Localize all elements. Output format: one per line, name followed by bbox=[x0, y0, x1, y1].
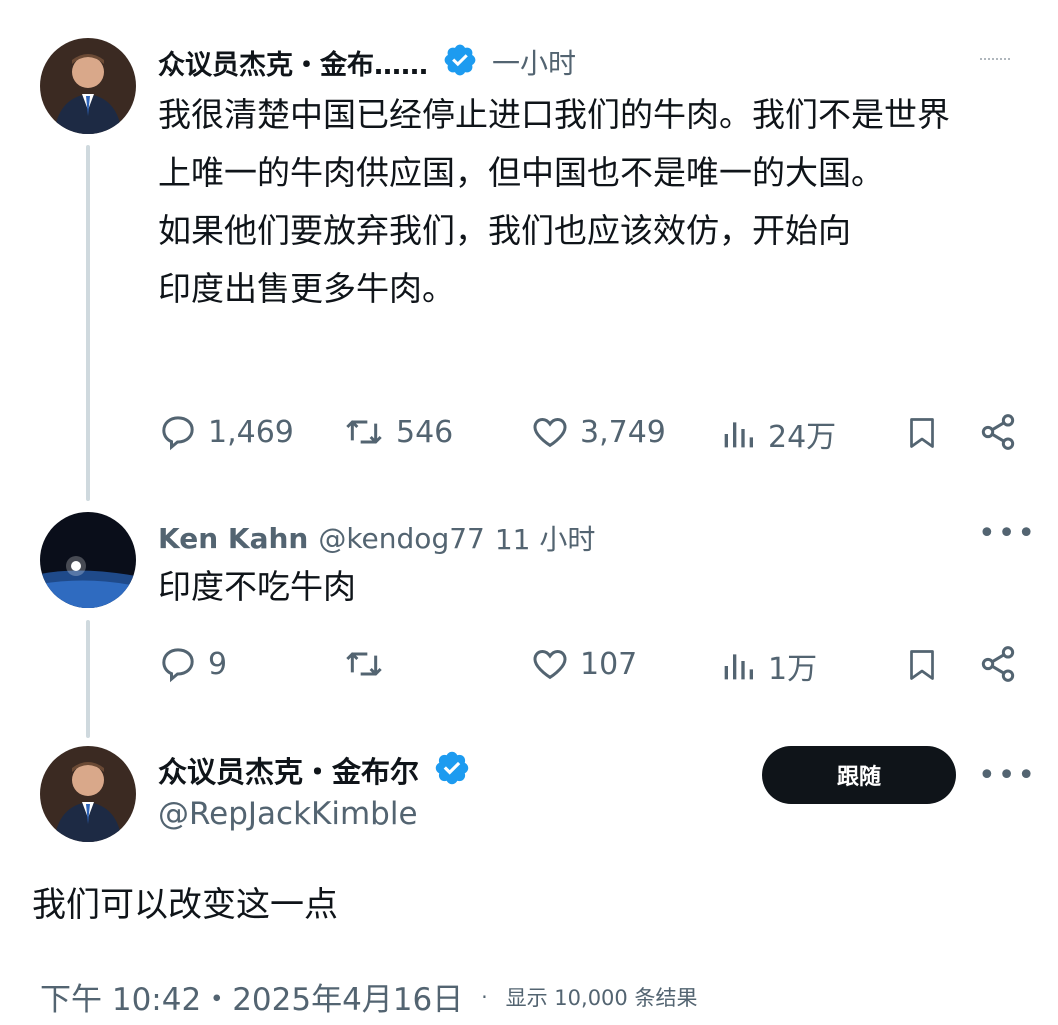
tweet2-timestamp[interactable]: 11 小时 bbox=[495, 518, 596, 558]
tweet1-text: 我很清楚中国已经停止进口我们的牛肉。我们不是世界 上唯一的牛肉供应国，但中国也不… bbox=[158, 86, 1038, 318]
avatar-rep-jack-kimble[interactable] bbox=[40, 746, 136, 842]
tweet1-timestamp[interactable]: 一小时 bbox=[492, 42, 576, 82]
follow-button[interactable]: 跟随 bbox=[762, 746, 956, 804]
tweet3-meta: 下午 10:42・2025年4月16日 · 显示 10,000 条结果 bbox=[40, 974, 697, 1019]
tweet3-author-name[interactable]: 众议员杰克・金布尔 bbox=[158, 749, 419, 791]
heart-icon bbox=[530, 412, 570, 452]
more-icon[interactable]: ••• bbox=[978, 758, 1037, 793]
tweet2-header: Ken Kahn @kendog77 11 小时 bbox=[158, 518, 595, 558]
views-button[interactable]: 1万 bbox=[718, 644, 817, 688]
repost-icon bbox=[342, 412, 386, 452]
tweet1-text-line: 如果他们要放弃我们，我们也应该效仿，开始向 bbox=[158, 211, 851, 250]
tweet1-text-line: 上唯一的牛肉供应国，但中国也不是唯一的大国。 bbox=[158, 153, 884, 192]
repost-icon bbox=[342, 644, 386, 684]
like-button[interactable]: 107 bbox=[530, 644, 637, 684]
tweet1-text-line: 我很清楚中国已经停止进口我们的牛肉。我们不是世界 bbox=[158, 95, 950, 134]
bookmark-button[interactable] bbox=[904, 644, 940, 686]
tweet3-handle[interactable]: @RepJackKimble bbox=[158, 796, 418, 832]
repost-button[interactable]: 546 bbox=[342, 412, 453, 452]
repost-count: 546 bbox=[396, 414, 454, 450]
like-count: 3,749 bbox=[580, 414, 666, 450]
share-button[interactable] bbox=[978, 412, 1018, 452]
more-icon[interactable] bbox=[980, 58, 1010, 64]
views-count: 24万 bbox=[768, 420, 837, 455]
view-results-link[interactable]: 显示 10,000 条结果 bbox=[506, 982, 698, 1012]
repost-button[interactable] bbox=[342, 644, 386, 684]
tweet3-header: 众议员杰克・金布尔 bbox=[158, 750, 471, 790]
tweet1-action-bar: 1,469 546 3,749 24万 bbox=[158, 412, 1018, 462]
tweet2-author-name[interactable]: Ken Kahn bbox=[158, 522, 308, 555]
heart-icon bbox=[530, 644, 570, 684]
share-button[interactable] bbox=[978, 644, 1018, 684]
tweet2-text: 印度不吃牛肉 bbox=[158, 567, 356, 606]
reply-button[interactable]: 9 bbox=[158, 644, 227, 684]
bookmark-button[interactable] bbox=[904, 412, 940, 454]
tweet1-author-name[interactable]: 众议员杰克・金布…… bbox=[158, 43, 428, 82]
reply-icon bbox=[158, 644, 198, 684]
reply-icon bbox=[158, 412, 198, 452]
share-icon bbox=[978, 644, 1018, 684]
reply-count: 9 bbox=[208, 646, 228, 682]
reply-count: 1,469 bbox=[208, 414, 294, 450]
avatar-ken-kahn[interactable] bbox=[40, 512, 136, 608]
tweet3-timestamp[interactable]: 下午 10:42・2025年4月16日 bbox=[40, 974, 463, 1019]
bookmark-icon bbox=[904, 412, 940, 454]
reply-button[interactable]: 1,469 bbox=[158, 412, 294, 452]
avatar-rep-jack-kimble[interactable] bbox=[40, 38, 136, 134]
separator-dot: · bbox=[481, 984, 488, 1009]
more-icon[interactable]: ••• bbox=[978, 516, 1037, 551]
views-button[interactable]: 24万 bbox=[718, 412, 836, 456]
views-count: 1万 bbox=[768, 652, 818, 687]
thread-line bbox=[86, 620, 90, 738]
views-icon bbox=[718, 646, 758, 686]
tweet2-handle[interactable]: @kendog77 bbox=[318, 522, 485, 555]
bookmark-icon bbox=[904, 644, 940, 686]
like-button[interactable]: 3,749 bbox=[530, 412, 666, 452]
share-icon bbox=[978, 412, 1018, 452]
tweet3-text: 我们可以改变这一点 bbox=[32, 885, 338, 925]
views-icon bbox=[718, 414, 758, 454]
tweet1-header: 众议员杰克・金布…… 一小时 bbox=[158, 42, 576, 82]
tweet2-action-bar: 9 107 1万 bbox=[158, 644, 1018, 694]
thread-line bbox=[86, 145, 90, 501]
verified-badge-icon bbox=[433, 749, 471, 791]
tweet1-text-line: 印度出售更多牛肉。 bbox=[158, 269, 455, 308]
like-count: 107 bbox=[580, 646, 638, 682]
verified-badge-icon bbox=[442, 42, 478, 82]
